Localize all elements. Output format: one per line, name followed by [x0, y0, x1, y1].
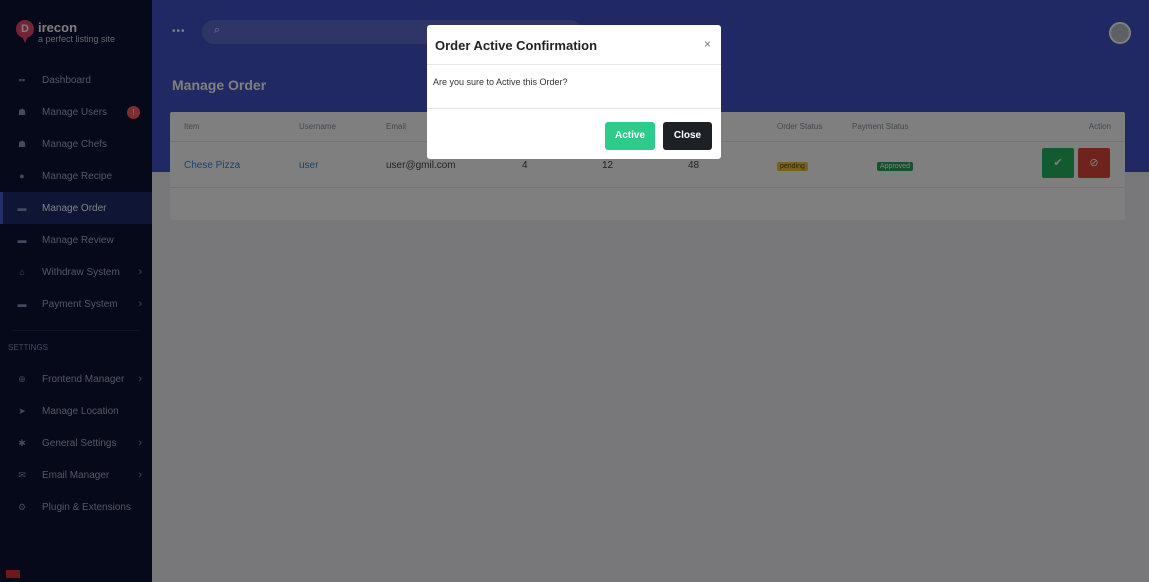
modal-header: Order Active Confirmation ×	[427, 25, 721, 65]
modal-title: Order Active Confirmation	[435, 38, 598, 53]
confirm-modal: Order Active Confirmation × Are you sure…	[427, 25, 721, 159]
close-button[interactable]: Close	[663, 122, 712, 150]
close-icon[interactable]: ×	[704, 37, 711, 51]
modal-message: Are you sure to Active this Order?	[427, 65, 721, 109]
active-button[interactable]: Active	[605, 122, 655, 150]
